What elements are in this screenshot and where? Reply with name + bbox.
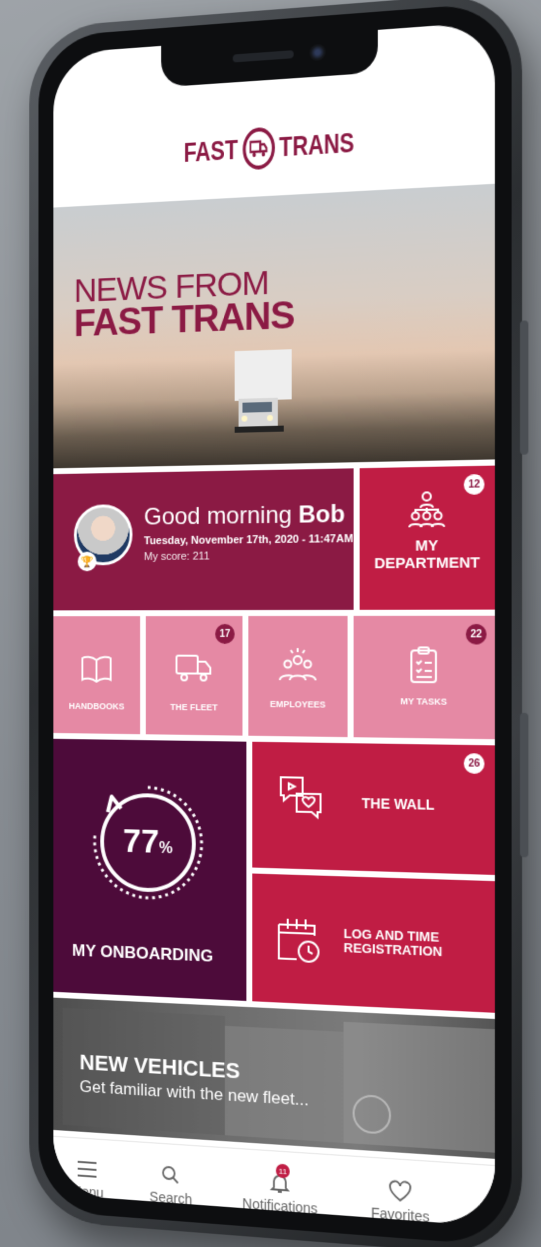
greeting-card[interactable]: 🏆 Good morning Bob Tuesday, November 17t… [53, 468, 354, 611]
fleet-label: THE FLEET [170, 702, 218, 713]
wall-badge: 26 [463, 753, 485, 774]
employees-icon [248, 644, 347, 689]
trucks-photo [62, 1007, 495, 1153]
logo-left-text: FAST [183, 133, 238, 168]
logo-right-text: TRANS [279, 126, 355, 163]
handbooks-label: HANDBOOKS [68, 701, 125, 712]
tab-notifications[interactable]: 11 Notifications [221, 1163, 340, 1219]
app-screen: FAST TRANS NEWS FROM FAST TRANS 🏆 Good m… [53, 21, 495, 1227]
truck-icon [146, 648, 243, 688]
phone-frame: FAST TRANS NEWS FROM FAST TRANS 🏆 Good m… [29, 0, 529, 1247]
fleet-badge: 17 [215, 624, 235, 644]
clipboard-icon [354, 642, 495, 688]
trophy-icon: 🏆 [77, 551, 97, 572]
employees-tile[interactable]: EMPLOYEES [248, 615, 348, 738]
greeting-date: Tuesday, November 17th, 2020 - 11:47AM [143, 533, 354, 548]
chat-heart-icon [276, 772, 326, 823]
tab-search[interactable]: Search [123, 1157, 219, 1209]
department-label: MY DEPARTMENT [374, 537, 480, 572]
phone-bezel: FAST TRANS NEWS FROM FAST TRANS 🏆 Good m… [38, 1, 512, 1247]
camera-icon [309, 43, 326, 62]
the-fleet-tile[interactable]: 17 THE FLEET [145, 616, 243, 736]
news-hero-banner[interactable]: NEWS FROM FAST TRANS [53, 183, 495, 469]
onboarding-percent: 77% [122, 822, 173, 861]
my-department-tile[interactable]: 12 MY DEPARTMENT [359, 465, 495, 610]
book-icon [53, 649, 140, 689]
log-label: LOG AND TIME REGISTRATION [343, 925, 443, 960]
wall-label: THE WALL [361, 794, 435, 813]
my-tasks-tile[interactable]: 22 MY TASKS [353, 615, 495, 740]
hero-title-line2: FAST TRANS [73, 294, 295, 345]
app-logo[interactable]: FAST TRANS [183, 122, 355, 174]
tab-favorites[interactable]: Favorites [350, 1173, 452, 1227]
greeting-text: Good morning Bob [143, 500, 345, 531]
user-score: My score: 211 [143, 550, 210, 563]
power-button [519, 712, 529, 858]
notifications-badge: 11 [275, 1163, 290, 1179]
truck-photo [234, 349, 292, 433]
my-onboarding-tile[interactable]: 77% MY ONBOARDING [53, 738, 247, 1001]
phone-notch [161, 29, 378, 88]
tasks-label: MY TASKS [400, 696, 448, 707]
new-vehicles-banner[interactable]: NEW VEHICLES Get familiar with the new f… [53, 997, 495, 1159]
volume-button [519, 320, 529, 455]
employees-label: EMPLOYEES [269, 699, 326, 710]
the-wall-tile[interactable]: 26 THE WALL [252, 741, 495, 875]
handbooks-tile[interactable]: HANDBOOKS [53, 616, 141, 735]
truck-logo-icon [242, 126, 275, 171]
tasks-badge: 22 [465, 624, 487, 645]
calendar-clock-icon [274, 910, 324, 966]
people-org-icon [360, 486, 495, 533]
onboarding-label: MY ONBOARDING [72, 940, 214, 966]
log-time-registration-tile[interactable]: LOG AND TIME REGISTRATION [252, 873, 495, 1013]
